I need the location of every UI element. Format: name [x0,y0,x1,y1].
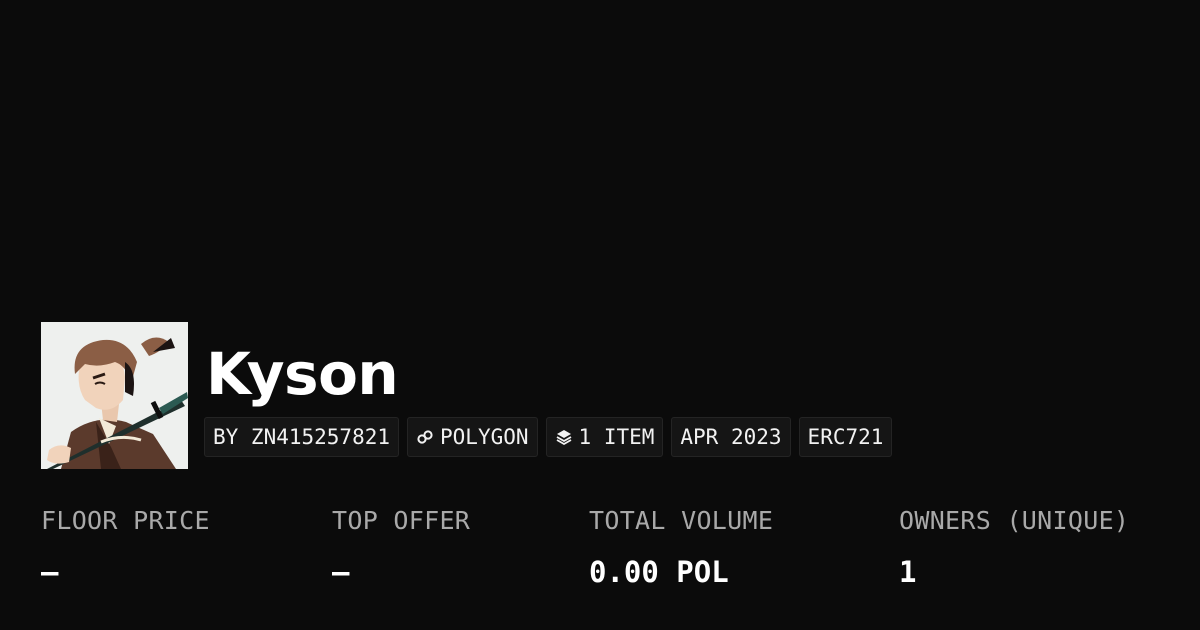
stat-floor-price: FLOOR PRICE – [41,505,210,590]
collection-title-block: Kyson BY ZN415257821 POLYGON 1 ITEM APR … [204,322,893,457]
stat-owners-label: OWNERS (UNIQUE) [899,506,1130,535]
item-count-tag-label: 1 ITEM [578,425,655,449]
collection-header: Kyson BY ZN415257821 POLYGON 1 ITEM APR … [41,322,893,469]
collection-avatar[interactable] [41,322,188,469]
stat-floor-price-value: – [41,555,59,589]
chain-tag-label: POLYGON [440,425,529,449]
collection-tags: BY ZN415257821 POLYGON 1 ITEM APR 2023 E… [204,417,893,457]
stat-top-offer: TOP OFFER – [332,505,470,590]
creator-tag-label: BY ZN415257821 [213,425,391,449]
collection-share-card: Kyson BY ZN415257821 POLYGON 1 ITEM APR … [0,0,1200,630]
item-count-tag[interactable]: 1 ITEM [545,417,664,457]
chain-tag[interactable]: POLYGON [407,417,538,457]
created-date-tag: APR 2023 [671,417,791,457]
stat-top-offer-value: – [332,555,350,589]
avatar-illustration [41,322,188,469]
stat-top-offer-label: TOP OFFER [332,506,471,535]
creator-tag[interactable]: BY ZN415257821 [204,417,400,457]
stat-total-volume: TOTAL VOLUME 0.00 POL [589,505,773,590]
stat-total-volume-value: 0.00 POL [589,555,729,589]
layers-icon [555,428,573,446]
stat-owners-value: 1 [899,555,917,589]
collection-name: Kyson [206,340,399,408]
stat-total-volume-label: TOTAL VOLUME [589,506,774,535]
chain-link-icon [416,428,434,446]
stat-owners: OWNERS (UNIQUE) 1 [899,505,1129,590]
token-standard-tag: ERC721 [798,417,893,457]
collection-stats: FLOOR PRICE – TOP OFFER – TOTAL VOLUME 0… [0,505,1200,605]
created-date-tag-label: APR 2023 [680,425,782,449]
token-standard-tag-label: ERC721 [807,425,884,449]
stat-floor-price-label: FLOOR PRICE [41,506,210,535]
